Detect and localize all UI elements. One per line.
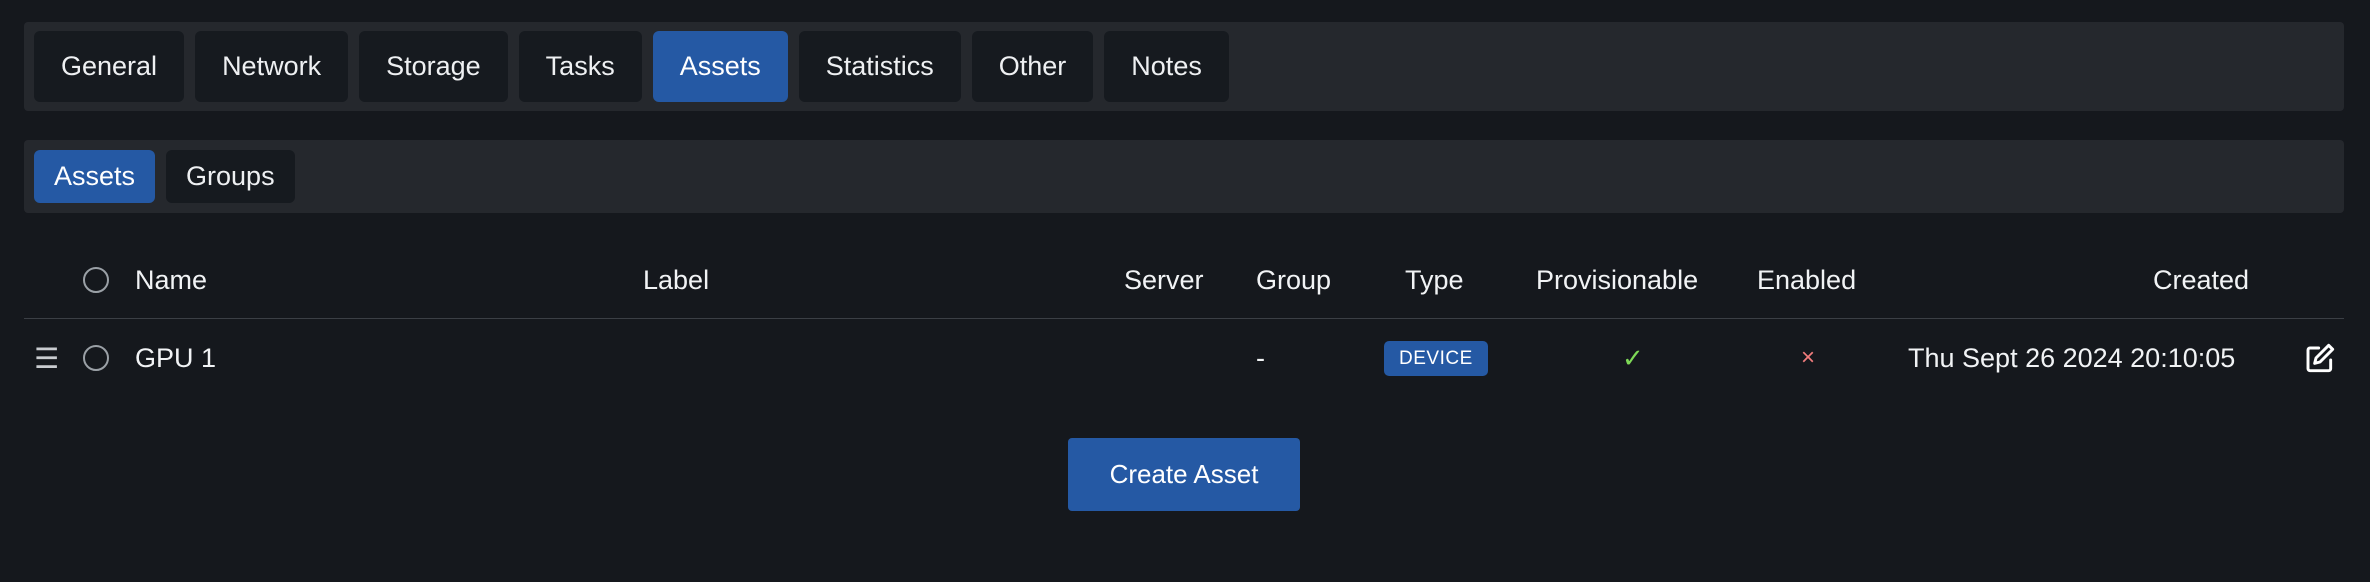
- cell-created: Thu Sept 26 2024 20:10:05: [1908, 342, 2236, 373]
- tab-other[interactable]: Other: [971, 31, 1094, 102]
- tab-assets[interactable]: Assets: [652, 31, 788, 102]
- create-asset-button[interactable]: Create Asset: [1068, 438, 1300, 511]
- subtab-groups[interactable]: Groups: [166, 150, 295, 203]
- cross-icon: ×: [1801, 344, 1816, 371]
- tab-statistics[interactable]: Statistics: [798, 31, 961, 102]
- subtab-assets[interactable]: Assets: [34, 150, 156, 203]
- header-label[interactable]: Label: [643, 246, 709, 314]
- table-row[interactable]: ☰ GPU 1 - DEVICE ✓ × Thu Sept 26 2024 20…: [24, 319, 2344, 397]
- tab-storage[interactable]: Storage: [359, 31, 508, 102]
- drag-handle-icon[interactable]: ☰: [34, 319, 59, 397]
- header-name[interactable]: Name: [135, 246, 207, 314]
- tab-general[interactable]: General: [34, 31, 185, 102]
- radio-icon[interactable]: [83, 345, 109, 371]
- sub-tab-bar: Assets Groups: [24, 140, 2344, 213]
- select-all-radio[interactable]: [83, 246, 109, 314]
- main-tab-bar: General Network Storage Tasks Assets Sta…: [24, 22, 2344, 111]
- header-server[interactable]: Server: [1124, 246, 1204, 314]
- header-created[interactable]: Created: [2153, 246, 2249, 314]
- header-type[interactable]: Type: [1405, 246, 1464, 314]
- type-badge: DEVICE: [1384, 340, 1488, 376]
- radio-icon[interactable]: [83, 267, 109, 293]
- tab-network[interactable]: Network: [195, 31, 349, 102]
- row-select[interactable]: [83, 319, 109, 397]
- header-provisionable[interactable]: Provisionable: [1536, 246, 1698, 314]
- cell-group: -: [1256, 342, 1265, 373]
- table-header: Name Label Server Group Type Provisionab…: [24, 250, 2344, 319]
- check-icon: ✓: [1622, 342, 1644, 373]
- header-group[interactable]: Group: [1256, 246, 1331, 314]
- tab-tasks[interactable]: Tasks: [518, 31, 642, 102]
- edit-icon[interactable]: [2304, 319, 2336, 397]
- assets-table: Name Label Server Group Type Provisionab…: [24, 250, 2344, 397]
- cell-name: GPU 1: [135, 342, 217, 373]
- cell-type: DEVICE: [1384, 319, 1488, 397]
- tab-notes[interactable]: Notes: [1104, 31, 1229, 102]
- header-enabled[interactable]: Enabled: [1757, 246, 1856, 314]
